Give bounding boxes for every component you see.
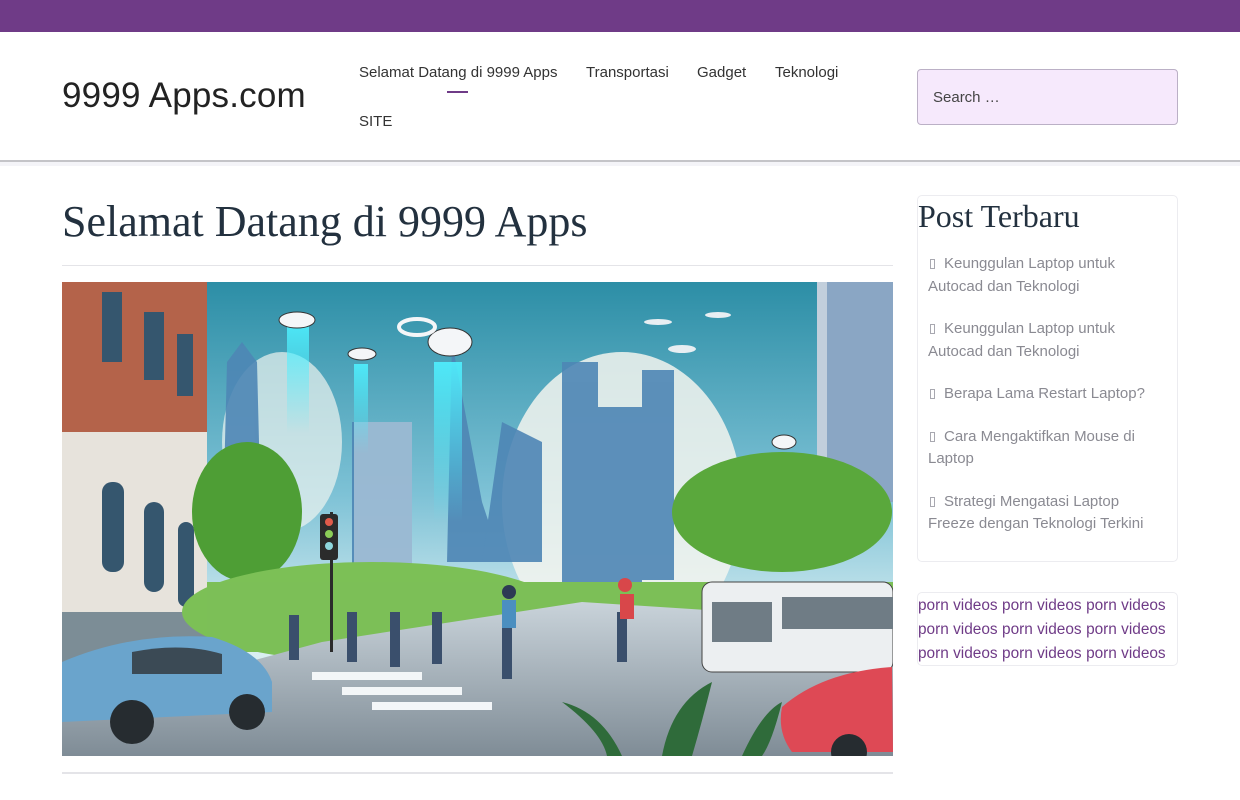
nav-item-site[interactable]: SITE — [359, 113, 392, 130]
top-bar — [0, 0, 1240, 32]
text-link[interactable]: porn videos — [918, 645, 998, 662]
text-link[interactable]: porn videos — [1086, 645, 1166, 662]
recent-post-link[interactable]: Cara Mengaktifkan Mouse di Laptop — [928, 428, 1135, 468]
text-link[interactable]: porn videos — [1086, 621, 1166, 638]
recent-post-link[interactable]: Berapa Lama Restart Laptop? — [944, 385, 1145, 402]
recent-post-link[interactable]: Strategi Mengatasi Laptop Freeze dengan … — [928, 493, 1143, 533]
image-icon — [62, 282, 893, 756]
missing-glyph-icon — [930, 496, 935, 507]
missing-glyph-icon — [930, 324, 935, 334]
links-row: porn videos porn videos porn videos — [918, 618, 1177, 642]
recent-post-item: Cara Mengaktifkan Mouse di Laptop — [928, 426, 1163, 471]
text-link[interactable]: porn videos — [1002, 645, 1082, 662]
links-row: porn videos porn videos porn videos — [918, 642, 1177, 666]
text-link[interactable]: porn videos — [918, 597, 998, 614]
content-divider — [62, 772, 893, 774]
text-link[interactable]: porn videos — [1086, 597, 1166, 614]
missing-glyph-icon — [930, 259, 935, 269]
search-input[interactable] — [917, 69, 1178, 125]
links-row: porn videos porn videos porn videos — [918, 594, 1177, 618]
recent-post-item: Strategi Mengatasi Laptop Freeze dengan … — [928, 491, 1163, 536]
text-link[interactable]: porn videos — [918, 621, 998, 638]
recent-post-item: Keunggulan Laptop untuk Autocad dan Tekn… — [928, 318, 1163, 363]
nav-item-selamat-datang[interactable]: Selamat Datang di 9999 Apps — [359, 64, 557, 93]
nav-item-transportasi[interactable]: Transportasi — [586, 64, 669, 81]
text-link[interactable]: porn videos — [1002, 621, 1082, 638]
recent-post-item: Keunggulan Laptop untuk Autocad dan Tekn… — [928, 253, 1163, 298]
missing-glyph-icon — [930, 431, 935, 442]
recent-posts-title: Post Terbaru — [918, 198, 1080, 234]
recent-posts-list: Keunggulan Laptop untuk Autocad dan Tekn… — [928, 253, 1163, 556]
hero-image — [62, 282, 893, 756]
site-title-link[interactable]: 9999 Apps.com — [62, 76, 306, 116]
missing-glyph-icon — [930, 389, 935, 399]
nav-item-gadget[interactable]: Gadget — [697, 64, 746, 81]
recent-post-item: Berapa Lama Restart Laptop? — [928, 383, 1163, 406]
page-title: Selamat Datang di 9999 Apps — [62, 197, 588, 246]
recent-post-link[interactable]: Keunggulan Laptop untuk Autocad dan Tekn… — [928, 320, 1115, 360]
links-widget: porn videos porn videos porn videos porn… — [917, 592, 1178, 666]
recent-post-link[interactable]: Keunggulan Laptop untuk Autocad dan Tekn… — [928, 255, 1115, 295]
recent-posts-widget: Post Terbaru Keunggulan Laptop untuk Aut… — [917, 195, 1178, 562]
title-divider — [62, 265, 893, 266]
site-header: 9999 Apps.com Selamat Datang di 9999 App… — [0, 32, 1240, 166]
text-link[interactable]: porn videos — [1002, 597, 1082, 614]
nav-item-teknologi[interactable]: Teknologi — [775, 64, 838, 81]
